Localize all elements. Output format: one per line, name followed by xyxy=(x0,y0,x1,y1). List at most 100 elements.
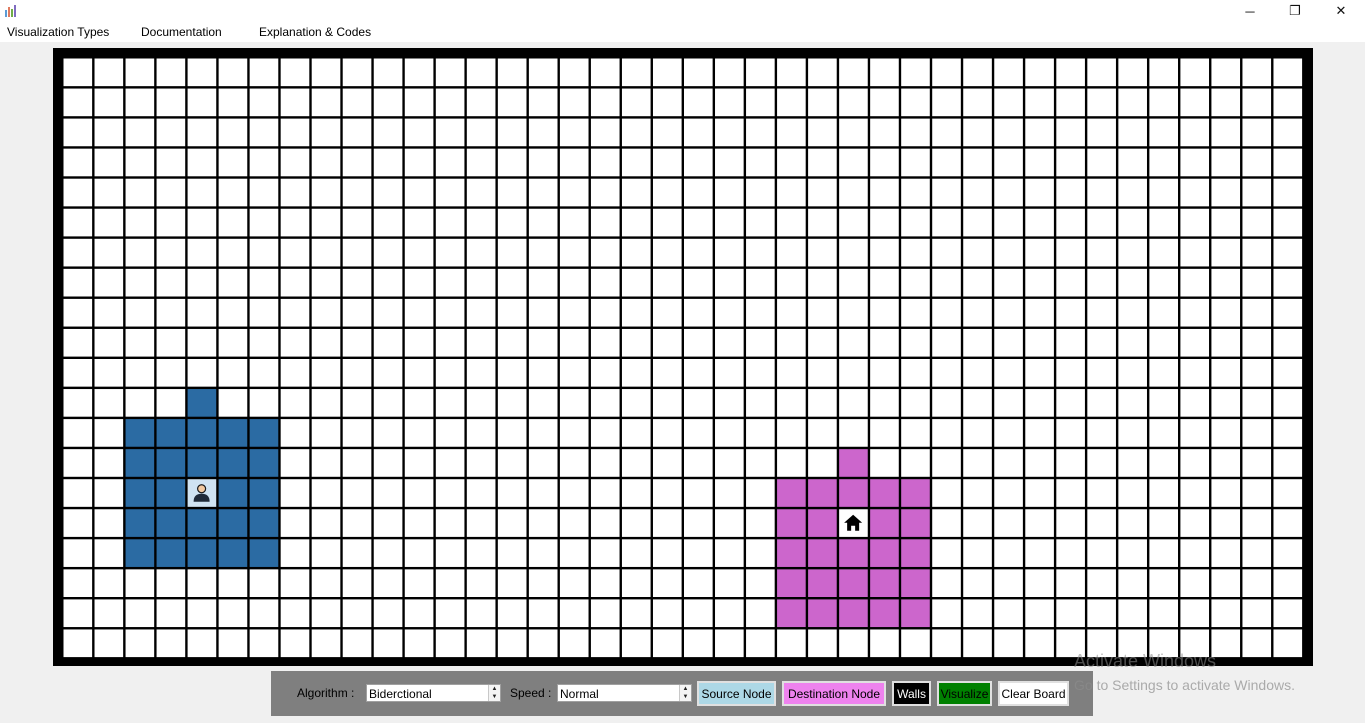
grid-cell[interactable] xyxy=(466,148,496,177)
grid-cell[interactable] xyxy=(715,118,744,147)
menu-visualization-types[interactable]: Visualization Types xyxy=(7,25,109,39)
grid-cell[interactable] xyxy=(746,208,775,237)
visited-cell-destination[interactable] xyxy=(870,599,899,628)
grid-cell[interactable] xyxy=(280,569,310,597)
grid-cell[interactable] xyxy=(590,449,620,477)
grid-cell[interactable] xyxy=(1025,238,1054,267)
grid-cell[interactable] xyxy=(715,328,744,357)
grid-cell[interactable] xyxy=(932,419,961,447)
grid-cell[interactable] xyxy=(63,298,93,327)
grid-cell[interactable] xyxy=(652,88,682,117)
grid-cell[interactable] xyxy=(249,389,279,417)
grid-cell[interactable] xyxy=(870,88,899,117)
grid-cell[interactable] xyxy=(559,419,589,447)
grid-cell[interactable] xyxy=(528,298,558,327)
grid-cell[interactable] xyxy=(652,298,682,327)
grid-cell[interactable] xyxy=(963,509,992,537)
grid-cell[interactable] xyxy=(218,88,248,117)
grid-cell[interactable] xyxy=(1273,569,1303,597)
grid-cell[interactable] xyxy=(652,449,682,477)
grid-cell[interactable] xyxy=(901,118,930,147)
grid-cell[interactable] xyxy=(994,58,1023,87)
grid-cell[interactable] xyxy=(559,268,589,297)
grid-cell[interactable] xyxy=(1118,328,1147,357)
grid-cell[interactable] xyxy=(746,389,775,417)
grid-cell[interactable] xyxy=(808,419,837,447)
grid-cell[interactable] xyxy=(1149,509,1179,537)
grid-cell[interactable] xyxy=(342,238,372,267)
grid-cell[interactable] xyxy=(1273,238,1303,267)
grid-cell[interactable] xyxy=(621,539,651,567)
grid-cell[interactable] xyxy=(528,479,558,507)
grid-cell[interactable] xyxy=(808,118,837,147)
grid-cell[interactable] xyxy=(652,359,682,387)
grid-cell[interactable] xyxy=(684,479,713,507)
grid-cell[interactable] xyxy=(621,449,651,477)
grid-cell[interactable] xyxy=(932,298,961,327)
grid-cell[interactable] xyxy=(684,58,713,87)
grid-cell[interactable] xyxy=(373,389,403,417)
grid-cell[interactable] xyxy=(684,419,713,447)
grid-cell[interactable] xyxy=(497,419,527,447)
grid-cell[interactable] xyxy=(404,298,434,327)
grid-cell[interactable] xyxy=(870,208,899,237)
grid-cell[interactable] xyxy=(63,238,93,267)
grid-cell[interactable] xyxy=(63,569,93,597)
grid-cell[interactable] xyxy=(94,419,124,447)
grid-cell[interactable] xyxy=(466,328,496,357)
grid-cell[interactable] xyxy=(1273,178,1303,207)
grid-cell[interactable] xyxy=(963,449,992,477)
grid-cell[interactable] xyxy=(590,359,620,387)
grid-cell[interactable] xyxy=(1149,118,1179,147)
grid-cell[interactable] xyxy=(1273,359,1303,387)
grid-cell[interactable] xyxy=(1242,509,1272,537)
grid-cell[interactable] xyxy=(1180,539,1210,567)
grid-cell[interactable] xyxy=(63,419,93,447)
grid-cell[interactable] xyxy=(808,178,837,207)
grid-cell[interactable] xyxy=(870,328,899,357)
grid-cell[interactable] xyxy=(1087,479,1116,507)
grid-cell[interactable] xyxy=(1118,509,1147,537)
grid-cell[interactable] xyxy=(590,238,620,267)
grid-cell[interactable] xyxy=(1242,148,1272,177)
grid-cell[interactable] xyxy=(1118,58,1147,87)
grid-cell[interactable] xyxy=(932,539,961,567)
grid-cell[interactable] xyxy=(1180,479,1210,507)
grid-cell[interactable] xyxy=(684,88,713,117)
grid-cell[interactable] xyxy=(311,208,341,237)
grid-cell[interactable] xyxy=(963,389,992,417)
grid-cell[interactable] xyxy=(1025,268,1054,297)
grid-cell[interactable] xyxy=(1180,389,1210,417)
grid-cell[interactable] xyxy=(559,328,589,357)
grid-cell[interactable] xyxy=(994,449,1023,477)
grid-cell[interactable] xyxy=(125,389,155,417)
grid-cell[interactable] xyxy=(311,449,341,477)
grid-cell[interactable] xyxy=(684,509,713,537)
grid-cell[interactable] xyxy=(497,148,527,177)
grid-cell[interactable] xyxy=(870,629,899,658)
visited-cell-destination[interactable] xyxy=(901,599,930,628)
grid-cell[interactable] xyxy=(435,268,465,297)
grid-cell[interactable] xyxy=(1273,208,1303,237)
grid-cell[interactable] xyxy=(94,148,124,177)
grid-cell[interactable] xyxy=(621,419,651,447)
grid-cell[interactable] xyxy=(932,238,961,267)
grid-cell[interactable] xyxy=(590,208,620,237)
speed-spin-arrows[interactable]: ▲ ▼ xyxy=(679,685,691,701)
grid-cell[interactable] xyxy=(746,58,775,87)
grid-cell[interactable] xyxy=(1025,359,1054,387)
visited-cell-source[interactable] xyxy=(187,509,217,537)
grid-cell[interactable] xyxy=(249,629,279,658)
grid-cell[interactable] xyxy=(280,359,310,387)
grid-cell[interactable] xyxy=(684,178,713,207)
grid-cell[interactable] xyxy=(280,268,310,297)
grid-cell[interactable] xyxy=(994,178,1023,207)
grid-cell[interactable] xyxy=(218,328,248,357)
grid-cell[interactable] xyxy=(963,118,992,147)
grid-cell[interactable] xyxy=(1211,118,1241,147)
spin-up-icon[interactable]: ▲ xyxy=(489,685,500,693)
grid-cell[interactable] xyxy=(1056,238,1085,267)
grid-cell[interactable] xyxy=(466,539,496,567)
grid-cell[interactable] xyxy=(1025,148,1054,177)
grid-cell[interactable] xyxy=(528,449,558,477)
